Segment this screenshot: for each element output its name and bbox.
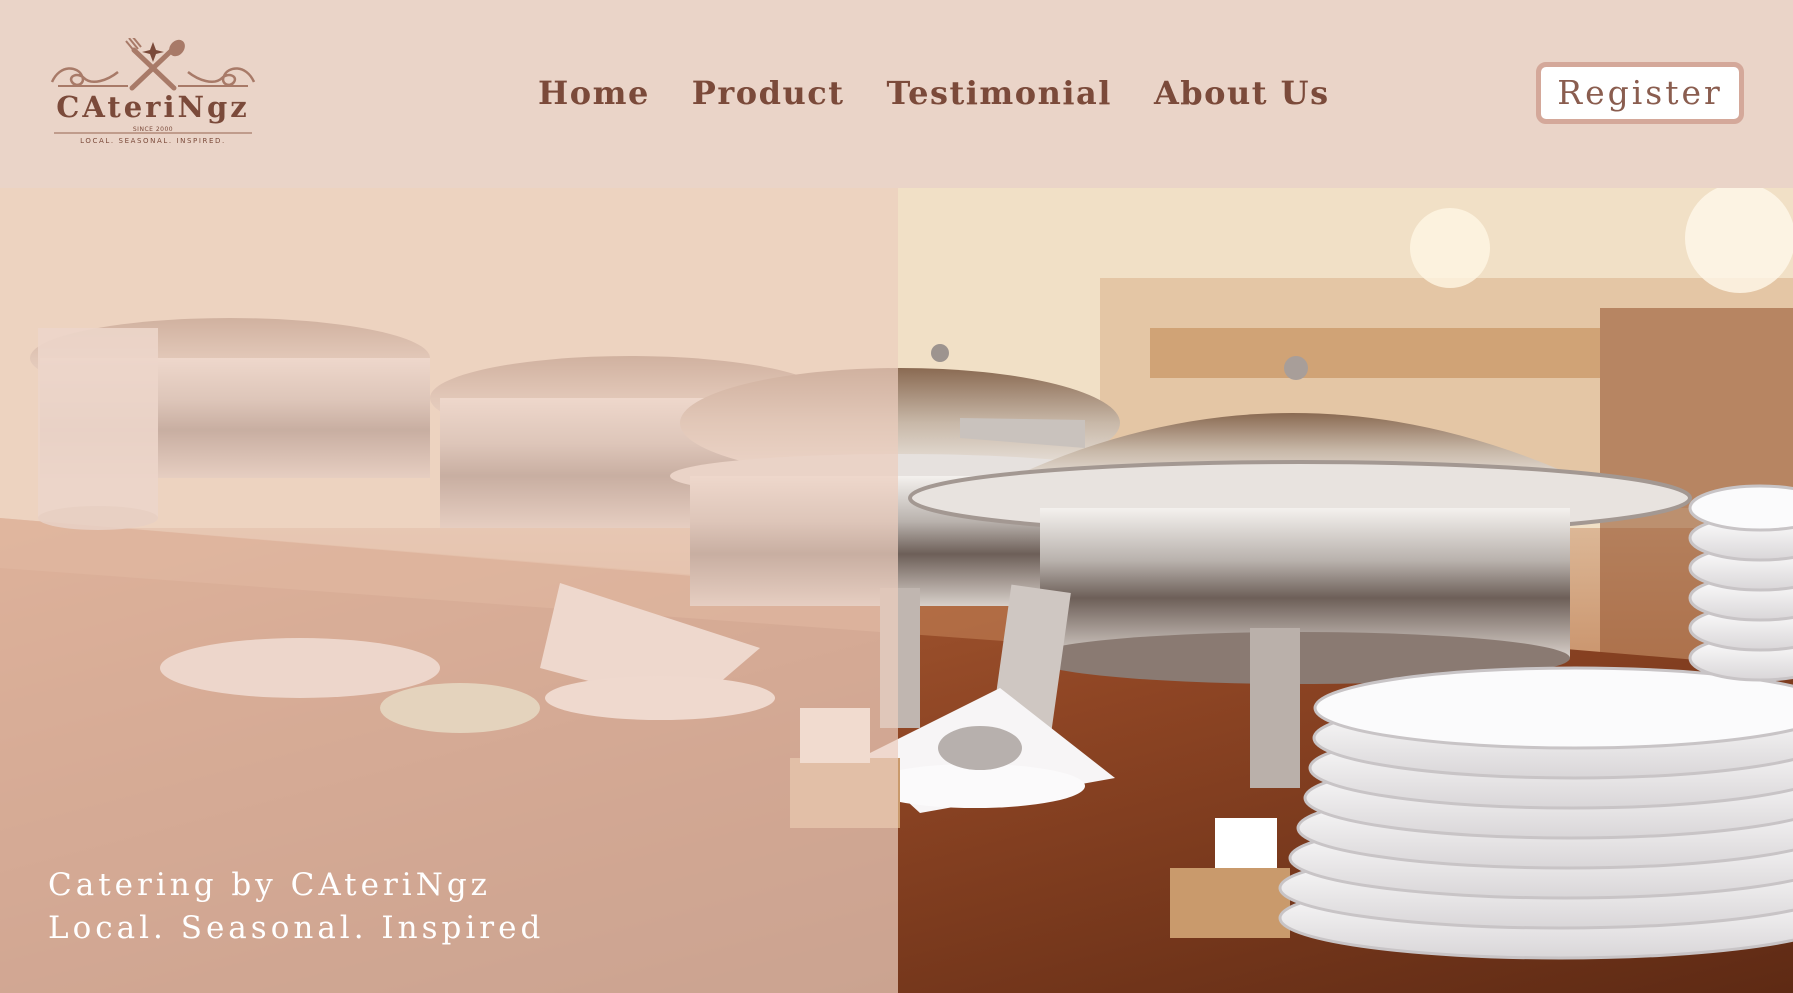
nav-testimonial[interactable]: Testimonial bbox=[886, 70, 1111, 116]
hero-caption: Catering by CAteriNgz Local. Seasonal. I… bbox=[48, 864, 544, 950]
hero-banner: Catering by CAteriNgz Local. Seasonal. I… bbox=[0, 188, 1793, 993]
site-header: CAteriNgz SINCE 2000 LOCAL. SEASONAL. IN… bbox=[0, 0, 1793, 188]
register-button[interactable]: Register bbox=[1536, 62, 1744, 124]
hero-caption-line1: Catering by CAteriNgz bbox=[48, 867, 492, 903]
logo-wordmark: CAteriNgz bbox=[56, 90, 250, 124]
nav-product[interactable]: Product bbox=[692, 70, 845, 116]
hero-caption-line2: Local. Seasonal. Inspired bbox=[48, 910, 545, 946]
main-nav: Home Product Testimonial About Us bbox=[538, 70, 1330, 116]
nav-about-us[interactable]: About Us bbox=[1154, 70, 1330, 116]
nav-home[interactable]: Home bbox=[538, 70, 650, 116]
logo-tagline: LOCAL. SEASONAL. INSPIRED. bbox=[80, 137, 226, 145]
logo-since: SINCE 2000 bbox=[132, 126, 174, 133]
brand-logo[interactable]: CAteriNgz SINCE 2000 LOCAL. SEASONAL. IN… bbox=[48, 38, 258, 148]
